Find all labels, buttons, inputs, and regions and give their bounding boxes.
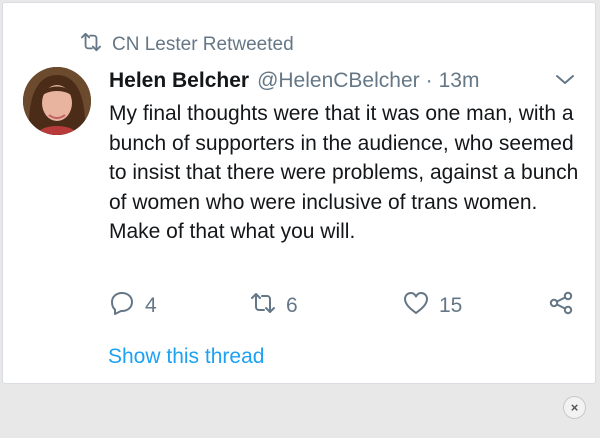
retweet-icon	[80, 32, 112, 58]
reply-button[interactable]: 4	[109, 290, 157, 322]
show-thread-link[interactable]: Show this thread	[108, 345, 264, 369]
separator-dot: ·	[425, 69, 433, 92]
tweet-text: My final thoughts were that it was one m…	[109, 102, 579, 243]
tweet-header: Helen Belcher @HelenCBelcher · 13m	[109, 67, 479, 95]
reply-icon	[109, 290, 145, 322]
reply-count: 4	[145, 294, 157, 317]
author-handle[interactable]: @HelenCBelcher	[257, 69, 420, 93]
retweet-icon	[250, 290, 286, 322]
heart-icon	[403, 290, 439, 322]
tweet-card[interactable]: CN Lester Retweeted Helen Belcher @Helen…	[2, 2, 596, 384]
retweet-context-text: CN Lester Retweeted	[112, 34, 294, 55]
retweet-count: 6	[286, 294, 298, 317]
close-icon: ×	[570, 400, 579, 415]
like-count: 15	[439, 294, 463, 317]
share-button[interactable]	[548, 290, 584, 322]
retweet-button[interactable]: 6	[250, 290, 298, 322]
tweet-timestamp[interactable]: 13m	[439, 69, 480, 93]
close-button[interactable]: ×	[563, 396, 586, 419]
share-icon	[548, 290, 584, 322]
chevron-down-icon[interactable]	[554, 69, 576, 89]
retweet-context[interactable]: CN Lester Retweeted	[80, 32, 294, 58]
author-name[interactable]: Helen Belcher	[109, 69, 249, 93]
like-button[interactable]: 15	[403, 290, 462, 322]
avatar[interactable]	[23, 67, 91, 135]
